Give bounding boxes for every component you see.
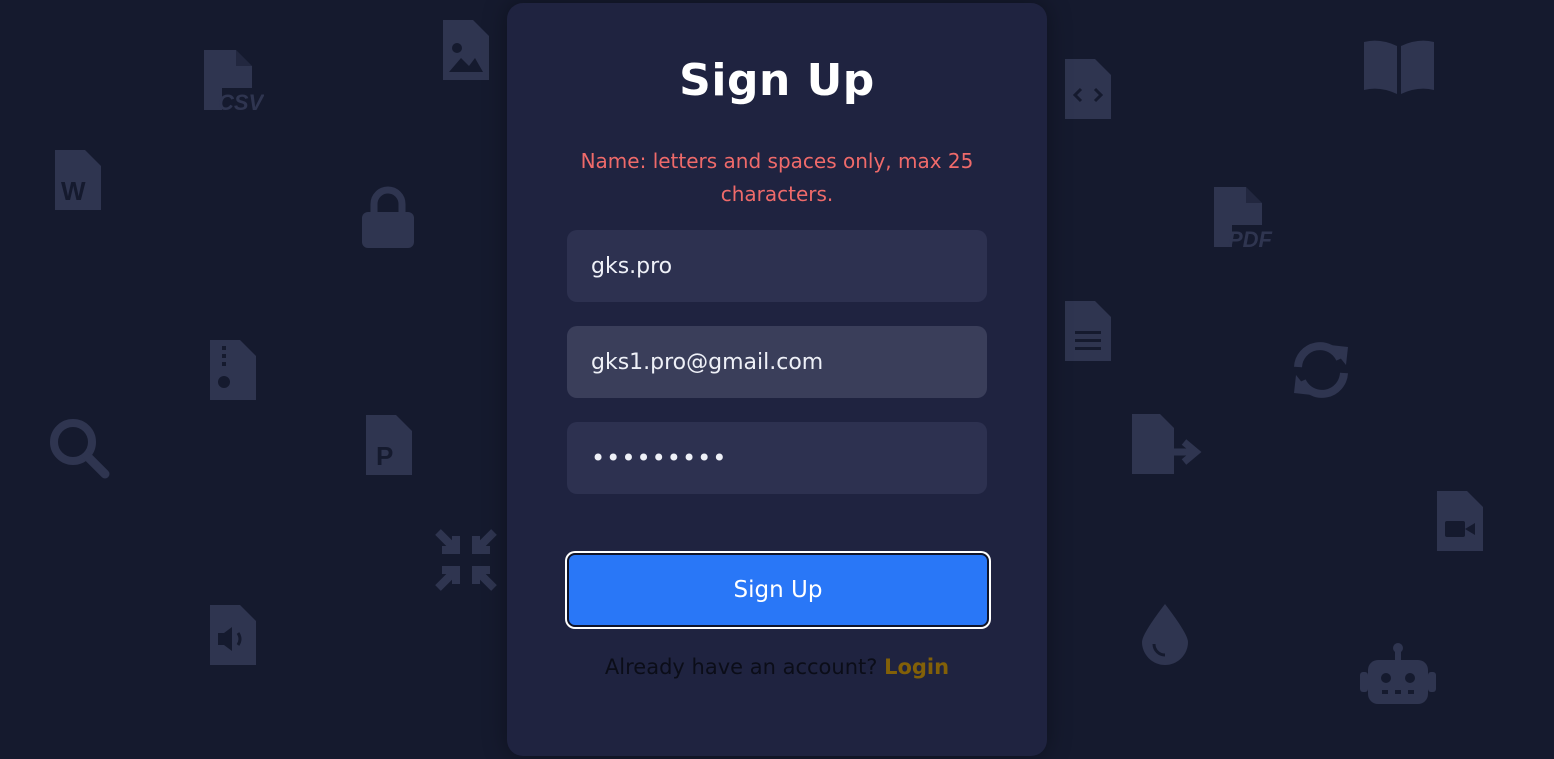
pdf-file-icon: PDF (1210, 185, 1274, 251)
sync-icon (1290, 341, 1352, 399)
text-file-icon (1063, 299, 1113, 363)
word-file-icon: W (53, 148, 103, 212)
name-field-value: gks.pro (591, 253, 673, 279)
image-file-icon (441, 18, 491, 82)
login-link[interactable]: Login (884, 655, 949, 679)
compress-icon (434, 528, 498, 592)
login-prompt-text: Already have an account? (604, 655, 878, 679)
page-title: Sign Up (679, 55, 875, 106)
search-icon (47, 416, 111, 480)
password-field-value: ••••••••• (591, 444, 728, 472)
error-message: Name: letters and spaces only, max 25 ch… (580, 149, 974, 206)
email-field-value: gks1.pro@gmail.com (591, 349, 824, 375)
lock-icon (360, 186, 416, 250)
svg-text:P: P (376, 441, 393, 471)
name-field[interactable]: gks.pro (567, 230, 987, 302)
robot-icon (1358, 642, 1438, 706)
password-field[interactable]: ••••••••• (567, 422, 987, 494)
svg-text:PDF: PDF (1228, 227, 1273, 251)
video-file-icon (1435, 489, 1487, 553)
signup-card: Sign Up Name: letters and spaces only, m… (507, 3, 1047, 756)
svg-text:W: W (61, 176, 86, 206)
signup-button-label: Sign Up (567, 553, 989, 627)
audio-file-icon (208, 603, 258, 667)
file-export-icon (1130, 412, 1202, 476)
email-field[interactable]: gks1.pro@gmail.com (567, 326, 987, 398)
csv-file-icon: CSV (200, 48, 264, 114)
code-file-icon (1063, 57, 1113, 121)
signup-button[interactable]: Sign Up (565, 551, 991, 629)
svg-text:CSV: CSV (218, 90, 264, 114)
book-icon (1362, 38, 1436, 96)
droplet-icon (1140, 602, 1190, 666)
login-prompt: Already have an account? Login (507, 655, 1047, 679)
zip-file-icon (208, 338, 258, 402)
powerpoint-file-icon: P (364, 413, 414, 477)
